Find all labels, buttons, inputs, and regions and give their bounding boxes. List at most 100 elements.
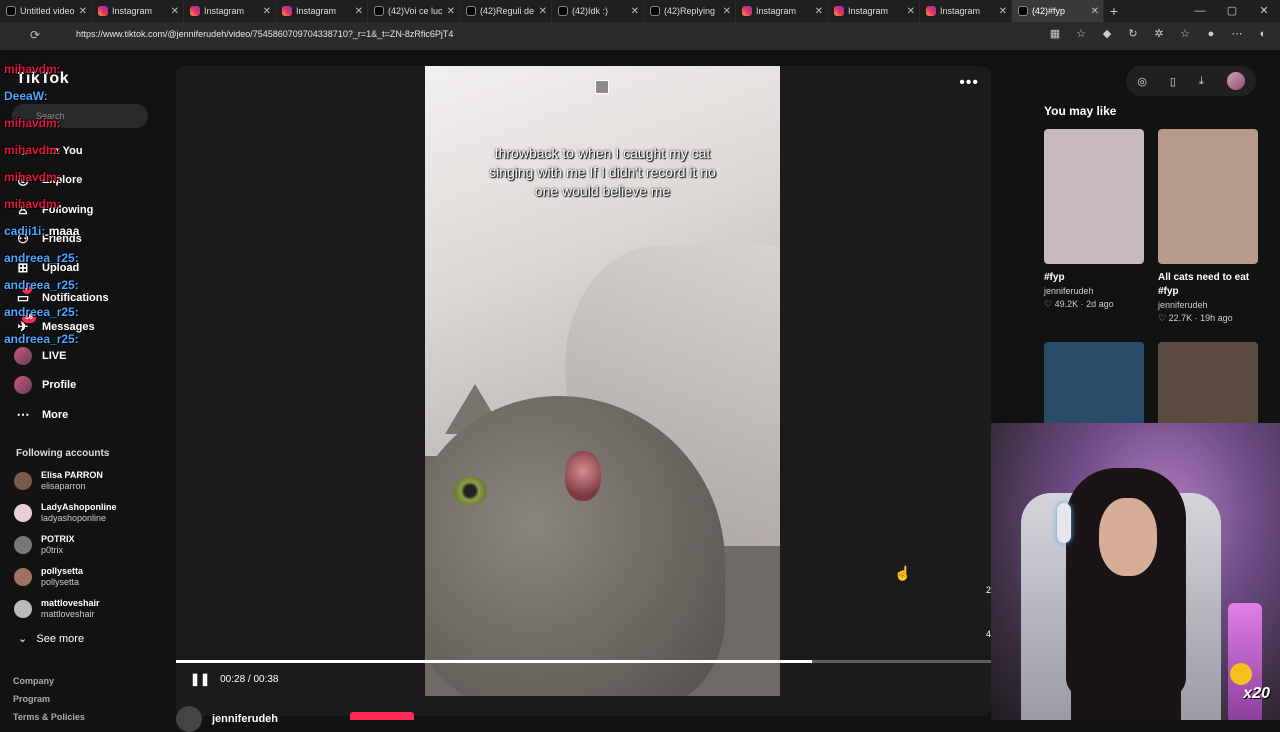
refresh-icon[interactable]: ↻ <box>1126 27 1140 41</box>
url-field[interactable]: https://www.tiktok.com/@jenniferudeh/vid… <box>76 29 453 39</box>
tab-close-icon[interactable]: ✕ <box>171 6 179 17</box>
recommended-video-card[interactable]: #fyp jenniferudeh ♡ 49.2K · 2d ago <box>1044 129 1144 311</box>
minimize-icon[interactable]: — <box>1184 0 1216 22</box>
following-icon: ♙ <box>17 201 29 217</box>
instagram-icon <box>742 6 752 16</box>
sidebar-item-notifications[interactable]: ▭ 6 Notifications <box>14 283 109 307</box>
device-icon[interactable]: ▯ <box>1170 75 1176 88</box>
browser-tab[interactable]: (42)#fyp ✕ <box>1012 0 1104 22</box>
video-author[interactable]: jenniferudeh <box>176 706 278 732</box>
browser-tab[interactable]: (42)Idk :) ✕ <box>552 0 644 22</box>
sidebar-item-explore[interactable]: ◎ Explore <box>14 171 82 189</box>
video-frame[interactable]: throwback to when I caught my cat singin… <box>425 66 780 696</box>
sidebar-item-profile[interactable]: Profile <box>14 376 77 395</box>
footer-company[interactable]: Company <box>13 676 54 686</box>
you-may-like-title: You may like <box>1044 104 1117 118</box>
browser-tab[interactable]: Instagram ✕ <box>736 0 828 22</box>
following-account[interactable]: pollysetta pollysetta <box>14 566 83 588</box>
browser-tab[interactable]: (42)Replying ✕ <box>644 0 736 22</box>
tab-close-icon[interactable]: ✕ <box>1091 6 1099 17</box>
tab-close-icon[interactable]: ✕ <box>631 6 639 17</box>
browser-tab[interactable]: Untitled video ✕ <box>0 0 92 22</box>
sidebar-item-following[interactable]: ♙ Following <box>14 201 93 219</box>
profile-icon[interactable]: ● <box>1204 27 1218 41</box>
sidebar-item-live[interactable]: LIVE <box>14 347 66 366</box>
sidebar-item-label: Upload <box>42 262 80 275</box>
tab-close-icon[interactable]: ✕ <box>79 6 87 17</box>
sidebar-item-more[interactable]: ⋯ More <box>14 406 69 424</box>
tab-close-icon[interactable]: ✕ <box>907 6 915 17</box>
recommended-video-card[interactable]: All cats need to eat #fyp jenniferudeh ♡ 2… <box>1158 129 1258 325</box>
following-account[interactable]: POTRIX p0trix <box>14 534 75 556</box>
sidebar-item-messages[interactable]: ✈ 36 Messages <box>14 312 95 336</box>
compass-icon[interactable]: ◎ <box>1137 75 1147 88</box>
sidebar-item-label: Explore <box>42 174 83 187</box>
tab-close-icon[interactable]: ✕ <box>723 6 731 17</box>
tab-close-icon[interactable]: ✕ <box>539 6 547 17</box>
new-tab-icon[interactable]: + <box>1104 3 1124 19</box>
notification-badge: 36 <box>22 312 36 323</box>
cat-mouth <box>565 451 601 501</box>
following-account[interactable]: LadyAshoponline ladyashoponline <box>14 502 117 524</box>
close-icon[interactable]: ✕ <box>1248 0 1280 22</box>
search-input[interactable]: Search <box>12 104 148 128</box>
video-thumbnail[interactable] <box>1044 129 1144 264</box>
notification-badge: 6 <box>22 283 32 294</box>
footer-terms[interactable]: Terms & Policies <box>13 712 85 722</box>
time-display: 00:28 / 00:38 <box>220 673 279 685</box>
browser-tab[interactable]: Instagram ✕ <box>92 0 184 22</box>
reload-icon[interactable]: ⟳ <box>30 28 40 42</box>
card-user[interactable]: jenniferudeh <box>1158 299 1258 312</box>
video-thumbnail[interactable] <box>1158 129 1258 264</box>
video-player[interactable]: throwback to when I caught my cat singin… <box>176 66 991 716</box>
author-name[interactable]: jenniferudeh <box>212 713 278 725</box>
tab-close-icon[interactable]: ✕ <box>999 6 1007 17</box>
avatar[interactable] <box>1226 72 1245 90</box>
footer-program[interactable]: Program <box>13 694 50 704</box>
avatar[interactable] <box>176 706 202 732</box>
account-handle: mattloveshair <box>41 609 95 619</box>
more-icon: ⋯ <box>16 406 30 422</box>
profile-icon <box>14 376 32 395</box>
extension-icon[interactable]: ◆ <box>1100 27 1114 41</box>
browser-tab[interactable]: Instagram ✕ <box>276 0 368 22</box>
more-options-icon[interactable]: ••• <box>959 74 979 92</box>
puzzle-icon[interactable]: ✲ <box>1152 27 1166 41</box>
tab-label: Instagram <box>756 6 797 16</box>
favorites-icon[interactable]: ☆ <box>1178 27 1192 41</box>
browser-tab[interactable]: (42)Reguli de ✕ <box>460 0 552 22</box>
sidebar-item-for-you[interactable]: ⌂ For You <box>14 142 82 160</box>
see-more-button[interactable]: ⌄ See more <box>18 632 84 645</box>
tab-close-icon[interactable]: ✕ <box>355 6 363 17</box>
streamer-body <box>1071 623 1181 720</box>
tiktok-logo[interactable]: TikTok <box>16 70 69 88</box>
download-icon[interactable]: ⤓ <box>1199 75 1204 88</box>
copilot-icon[interactable]: ◐ <box>1256 27 1270 41</box>
address-bar: ⟳ https://www.tiktok.com/@jenniferudeh/v… <box>0 22 1280 50</box>
card-user[interactable]: jenniferudeh <box>1044 285 1144 298</box>
browser-tab[interactable]: Instagram ✕ <box>920 0 1012 22</box>
tiktok-icon <box>6 6 16 16</box>
menu-icon[interactable]: ⋯ <box>1230 27 1244 41</box>
sidebar-item-label: Profile <box>42 379 77 392</box>
picture-in-picture-icon[interactable] <box>595 80 609 94</box>
sidebar-item-friends[interactable]: ⚇ Friends <box>14 230 82 248</box>
instagram-icon <box>98 6 108 16</box>
browser-tab[interactable]: (42)Voi ce luc ✕ <box>368 0 460 22</box>
browser-tab[interactable]: Instagram ✕ <box>828 0 920 22</box>
progress-bar[interactable] <box>176 660 991 663</box>
tab-close-icon[interactable]: ✕ <box>815 6 823 17</box>
tab-close-icon[interactable]: ✕ <box>263 6 271 17</box>
sidebar-item-upload[interactable]: ⊞ Upload <box>14 259 80 277</box>
maximize-icon[interactable]: ▢ <box>1216 0 1248 22</box>
following-account[interactable]: mattloveshair mattloveshair <box>14 598 100 620</box>
tab-close-icon[interactable]: ✕ <box>447 6 455 17</box>
sidebar-item-label: More <box>42 408 69 421</box>
grid-icon[interactable]: ▦ <box>1048 27 1062 41</box>
star-icon[interactable]: ☆ <box>1074 27 1088 41</box>
following-account[interactable]: Elisa PARRON elisaparron <box>14 470 103 492</box>
pause-icon[interactable]: ❚❚ <box>190 672 210 686</box>
notifications-icon: ▭ 6 <box>14 283 32 307</box>
follow-button[interactable] <box>350 712 414 720</box>
browser-tab[interactable]: Instagram ✕ <box>184 0 276 22</box>
